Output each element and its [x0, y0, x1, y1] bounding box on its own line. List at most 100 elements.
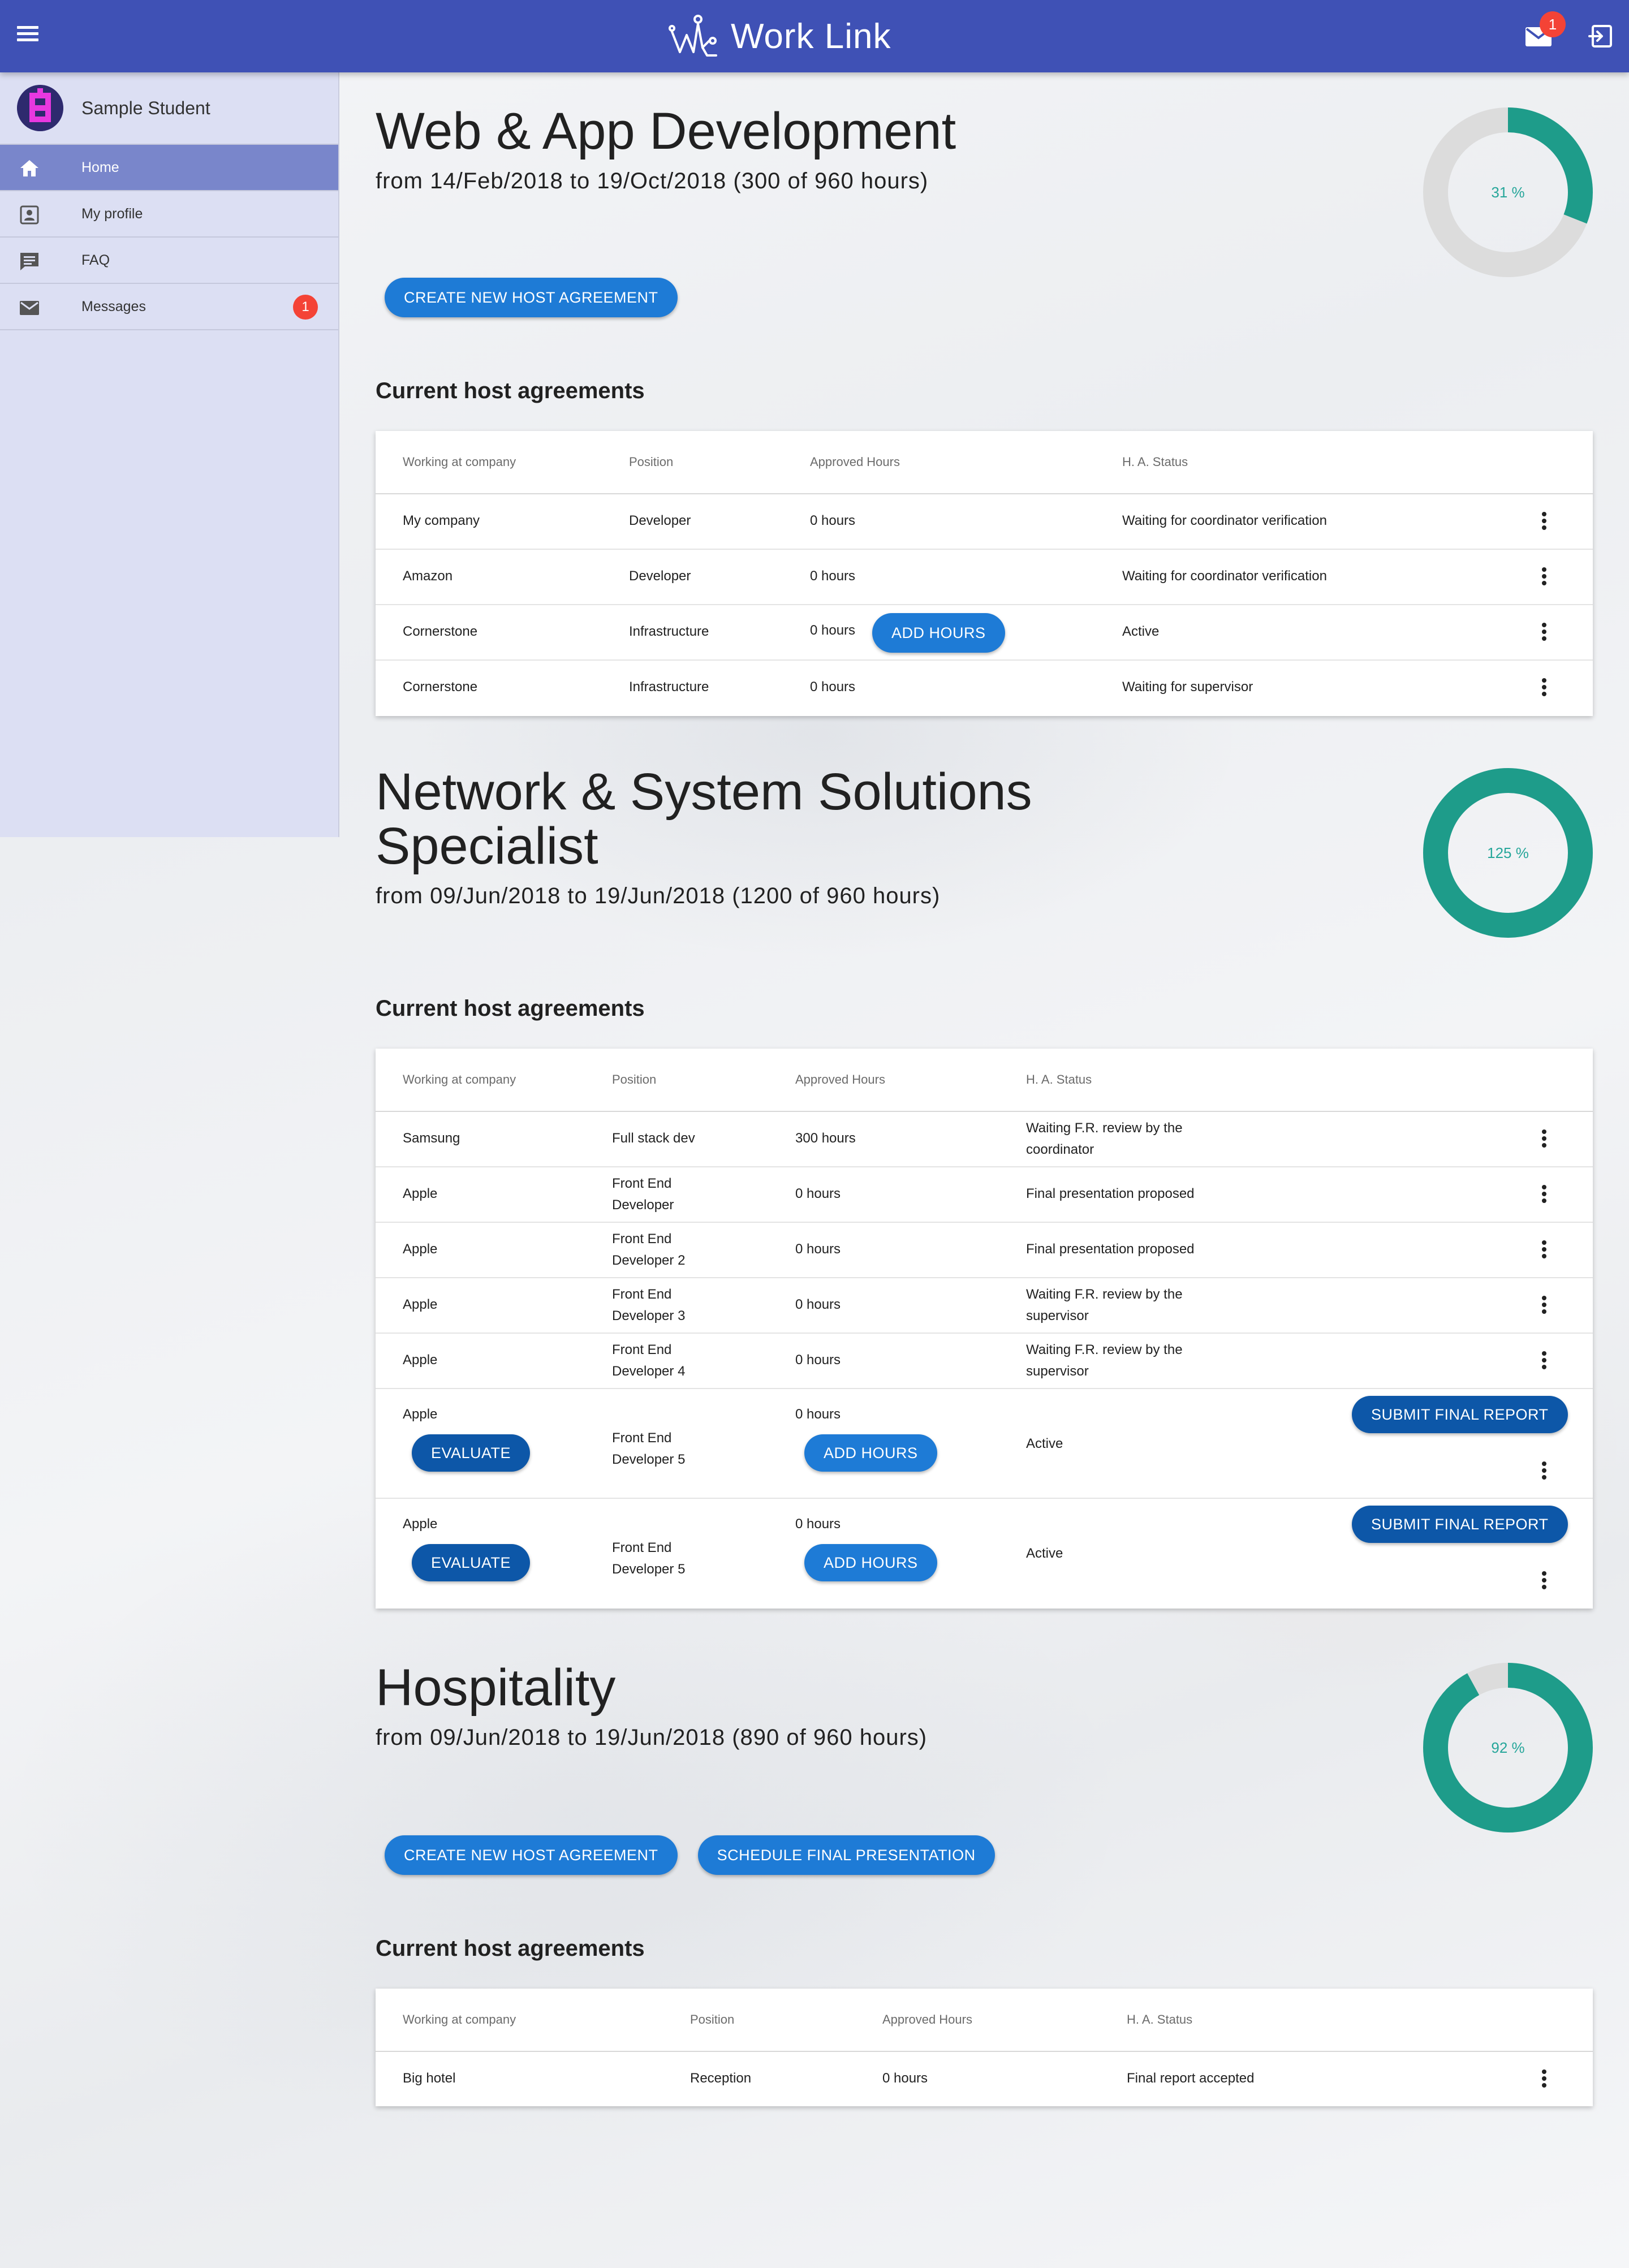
submit-final-report-button[interactable]: SUBMIT FINAL REPORT — [1352, 1396, 1568, 1433]
cell-status: Final presentation proposed — [1026, 1241, 1195, 1257]
create-host-agreement-button[interactable]: CREATE NEW HOST AGREEMENT — [385, 1835, 678, 1875]
program-dates: from 09/Jun/2018 to 19/Jun/2018 (1200 of… — [376, 883, 941, 908]
schedule-final-presentation-button[interactable]: SCHEDULE FINAL PRESENTATION — [697, 1835, 995, 1875]
cell-company: Big hotel — [403, 2071, 456, 2086]
cell-status: Waiting F.R. review by the supervisor — [1026, 1342, 1183, 1379]
cell-position: Infrastructure — [629, 624, 709, 639]
cell-hours: 0 hours — [795, 1186, 841, 1201]
cell-status: Active — [1122, 624, 1160, 639]
cell-hours: 0 hours — [810, 568, 856, 584]
sidebar-item-my-profile[interactable]: My profile — [0, 191, 338, 238]
cell-hours: 0 hours — [882, 2071, 928, 2086]
table-row: Apple Front End Developer 0 hours Final … — [376, 1167, 1593, 1223]
host-agreements-table: Working at company Position Approved Hou… — [376, 431, 1593, 716]
program-dates: from 14/Feb/2018 to 19/Oct/2018 (300 of … — [376, 169, 929, 193]
sidebar-item-messages[interactable]: Messages 1 — [0, 284, 338, 330]
cell-position: Front End Developer 2 — [612, 1231, 686, 1268]
program-title: Hospitality — [376, 1659, 616, 1717]
host-agreements-table: Working at company Position Approved Hou… — [376, 1989, 1593, 2106]
cell-company: Apple — [403, 1352, 438, 1368]
create-host-agreement-button[interactable]: CREATE NEW HOST AGREEMENT — [385, 278, 678, 317]
cell-company: Samsung — [403, 1131, 460, 1146]
cell-position: Front End Developer 3 — [612, 1287, 686, 1323]
cell-status: Active — [1026, 1436, 1063, 1451]
sidebar-item-faq[interactable]: FAQ — [0, 238, 338, 284]
more-options-icon[interactable] — [1536, 565, 1553, 588]
sidebar-item-label: My profile — [81, 205, 143, 222]
cell-position: Developer — [629, 568, 691, 584]
program-section: Network & System Solutions Specialist fr… — [376, 716, 1593, 1609]
table-row: Samsung Full stack dev 300 hours Waiting… — [376, 1112, 1593, 1167]
menu-icon-bar — [17, 32, 38, 35]
table-header: Working at company Position Approved Hou… — [376, 1989, 1593, 2052]
column-header-hours: Approved Hours — [882, 2012, 972, 2026]
sidebar-item-label: Home — [81, 159, 119, 175]
section-title: Current host agreements — [376, 1936, 645, 1961]
avatar-pattern-icon — [17, 85, 63, 131]
more-options-icon[interactable] — [1536, 1183, 1553, 1205]
column-header-hours: Approved Hours — [795, 1072, 885, 1086]
cell-company: Cornerstone — [403, 679, 478, 695]
cell-hours: 0 hours — [810, 513, 856, 528]
evaluate-button[interactable]: EVALUATE — [412, 1434, 531, 1472]
column-header-status: H. A. Status — [1127, 2012, 1193, 2026]
more-options-icon[interactable] — [1536, 1293, 1553, 1316]
cell-company: Apple — [403, 1516, 438, 1532]
table-row: Apple Front End Developer 2 0 hours Fina… — [376, 1223, 1593, 1278]
cell-position: Reception — [690, 2071, 752, 2086]
user-name: Sample Student — [81, 97, 210, 118]
cell-status: Final presentation proposed — [1026, 1186, 1195, 1201]
cell-hours: 0 hours — [795, 1352, 841, 1368]
progress-donut: 125 % — [1423, 768, 1593, 938]
brand[interactable]: Work Link — [667, 12, 891, 60]
user-profile-row[interactable]: Sample Student — [0, 72, 338, 145]
more-options-icon[interactable] — [1536, 1349, 1553, 1372]
column-header-position: Position — [690, 2012, 735, 2026]
add-hours-button[interactable]: ADD HOURS — [872, 613, 1005, 653]
cell-status: Final report accepted — [1127, 2071, 1255, 2086]
progress-label: 125 % — [1487, 844, 1529, 861]
menu-icon-bar — [17, 38, 38, 41]
section-title: Current host agreements — [376, 996, 645, 1021]
more-options-icon[interactable] — [1536, 2067, 1553, 2090]
more-options-icon[interactable] — [1536, 510, 1553, 532]
cell-hours: 0 hours — [810, 679, 856, 695]
top-app-bar: Work Link 1 — [0, 0, 1629, 72]
cell-position: Front End Developer 4 — [612, 1342, 686, 1379]
more-options-icon[interactable] — [1536, 620, 1553, 643]
more-options-icon[interactable] — [1536, 1459, 1553, 1482]
submit-final-report-button[interactable]: SUBMIT FINAL REPORT — [1352, 1506, 1568, 1543]
more-options-icon[interactable] — [1536, 676, 1553, 698]
evaluate-button[interactable]: EVALUATE — [412, 1544, 531, 1581]
cell-position: Front End Developer 5 — [612, 1430, 686, 1467]
table-row: Apple Front End Developer 4 0 hours Wait… — [376, 1334, 1593, 1389]
app-title: Work Link — [731, 16, 891, 56]
table-row: Apple Front End Developer 3 0 hours Wait… — [376, 1278, 1593, 1334]
add-hours-button[interactable]: ADD HOURS — [804, 1544, 937, 1581]
more-options-icon[interactable] — [1536, 1569, 1553, 1592]
more-options-icon[interactable] — [1536, 1238, 1553, 1261]
main-content: Web & App Development from 14/Feb/2018 t… — [376, 72, 1593, 2106]
cell-position: Full stack dev — [612, 1131, 695, 1146]
program-dates: from 09/Jun/2018 to 19/Jun/2018 (890 of … — [376, 1725, 928, 1750]
cell-company: Apple — [403, 1407, 438, 1422]
table-row: Amazon Developer 0 hours Waiting for coo… — [376, 550, 1593, 605]
host-agreements-table: Working at company Position Approved Hou… — [376, 1049, 1593, 1609]
program-title: Web & App Development — [376, 102, 956, 160]
section-title: Current host agreements — [376, 378, 645, 403]
menu-button[interactable] — [17, 23, 42, 48]
cell-status: Waiting for coordinator verification — [1122, 513, 1327, 528]
column-header-position: Position — [612, 1072, 657, 1086]
table-row: My company Developer 0 hours Waiting for… — [376, 494, 1593, 550]
cell-status: Active — [1026, 1546, 1063, 1561]
add-hours-button[interactable]: ADD HOURS — [804, 1434, 937, 1472]
logout-icon[interactable] — [1587, 23, 1614, 50]
column-header-company: Working at company — [403, 1072, 516, 1086]
sidebar-item-home[interactable]: Home — [0, 145, 338, 191]
program-actions: CREATE NEW HOST AGREEMENT SCHEDULE FINAL… — [385, 1835, 1593, 1875]
program-actions: CREATE NEW HOST AGREEMENT — [385, 278, 1593, 317]
cell-company: Apple — [403, 1186, 438, 1201]
more-options-icon[interactable] — [1536, 1127, 1553, 1150]
cell-status: Waiting F.R. review by the coordinator — [1026, 1120, 1183, 1157]
progress-label: 31 % — [1491, 183, 1525, 201]
